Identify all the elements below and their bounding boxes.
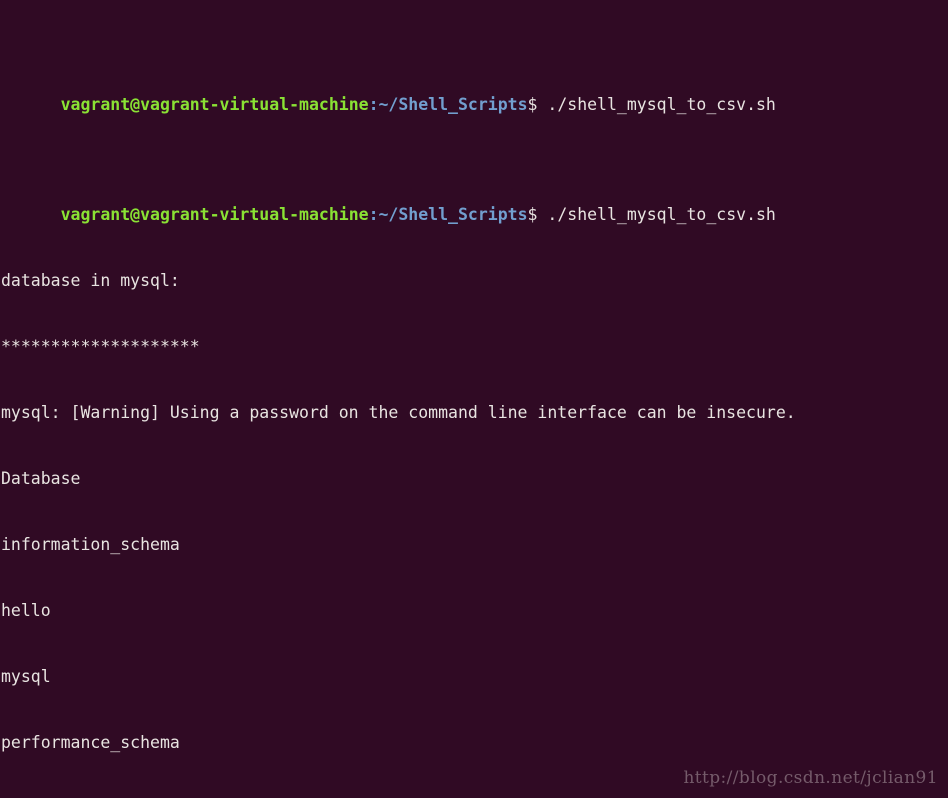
terminal-prompt-line[interactable]: vagrant@vagrant-virtual-machine:~/Shell_… xyxy=(1,182,948,224)
watermark-text: http://blog.csdn.net/jclian91 xyxy=(683,768,938,788)
prompt-dollar: $ xyxy=(527,205,538,224)
prompt-user-host: vagrant@vagrant-virtual-machine xyxy=(60,205,369,224)
prompt-path-clipped: ~/Shell_Scripts xyxy=(378,95,528,114)
terminal-database-item: hello xyxy=(1,601,51,620)
prompt-user-host-clipped: vagrant@vagrant-virtual-machine xyxy=(60,95,369,114)
prompt-command: ./shell_mysql_to_csv.sh xyxy=(537,205,776,224)
prompt-command-clipped: ./shell_mysql_to_csv.sh xyxy=(537,95,776,114)
terminal-screen[interactable]: vagrant@vagrant-virtual-machine:~/Shell_… xyxy=(0,0,948,798)
terminal-line-partial-top: vagrant@vagrant-virtual-machine:~/Shell_… xyxy=(1,72,948,114)
terminal-warning-line: mysql: [Warning] Using a password on the… xyxy=(1,403,796,422)
prompt-colon-clipped: : xyxy=(368,95,379,114)
terminal-output-line: database in mysql: xyxy=(1,271,180,290)
prompt-path: ~/Shell_Scripts xyxy=(378,205,528,224)
prompt-dollar-clipped: $ xyxy=(527,95,538,114)
terminal-column-header-database: Database xyxy=(1,469,81,488)
terminal-database-item: performance_schema xyxy=(1,733,180,752)
terminal-database-item: mysql xyxy=(1,667,51,686)
terminal-database-item: information_schema xyxy=(1,535,180,554)
terminal-separator-line: ******************** xyxy=(1,337,200,356)
prompt-colon: : xyxy=(368,205,379,224)
terminal-window[interactable]: vagrant@vagrant-virtual-machine:~/Shell_… xyxy=(0,0,948,798)
